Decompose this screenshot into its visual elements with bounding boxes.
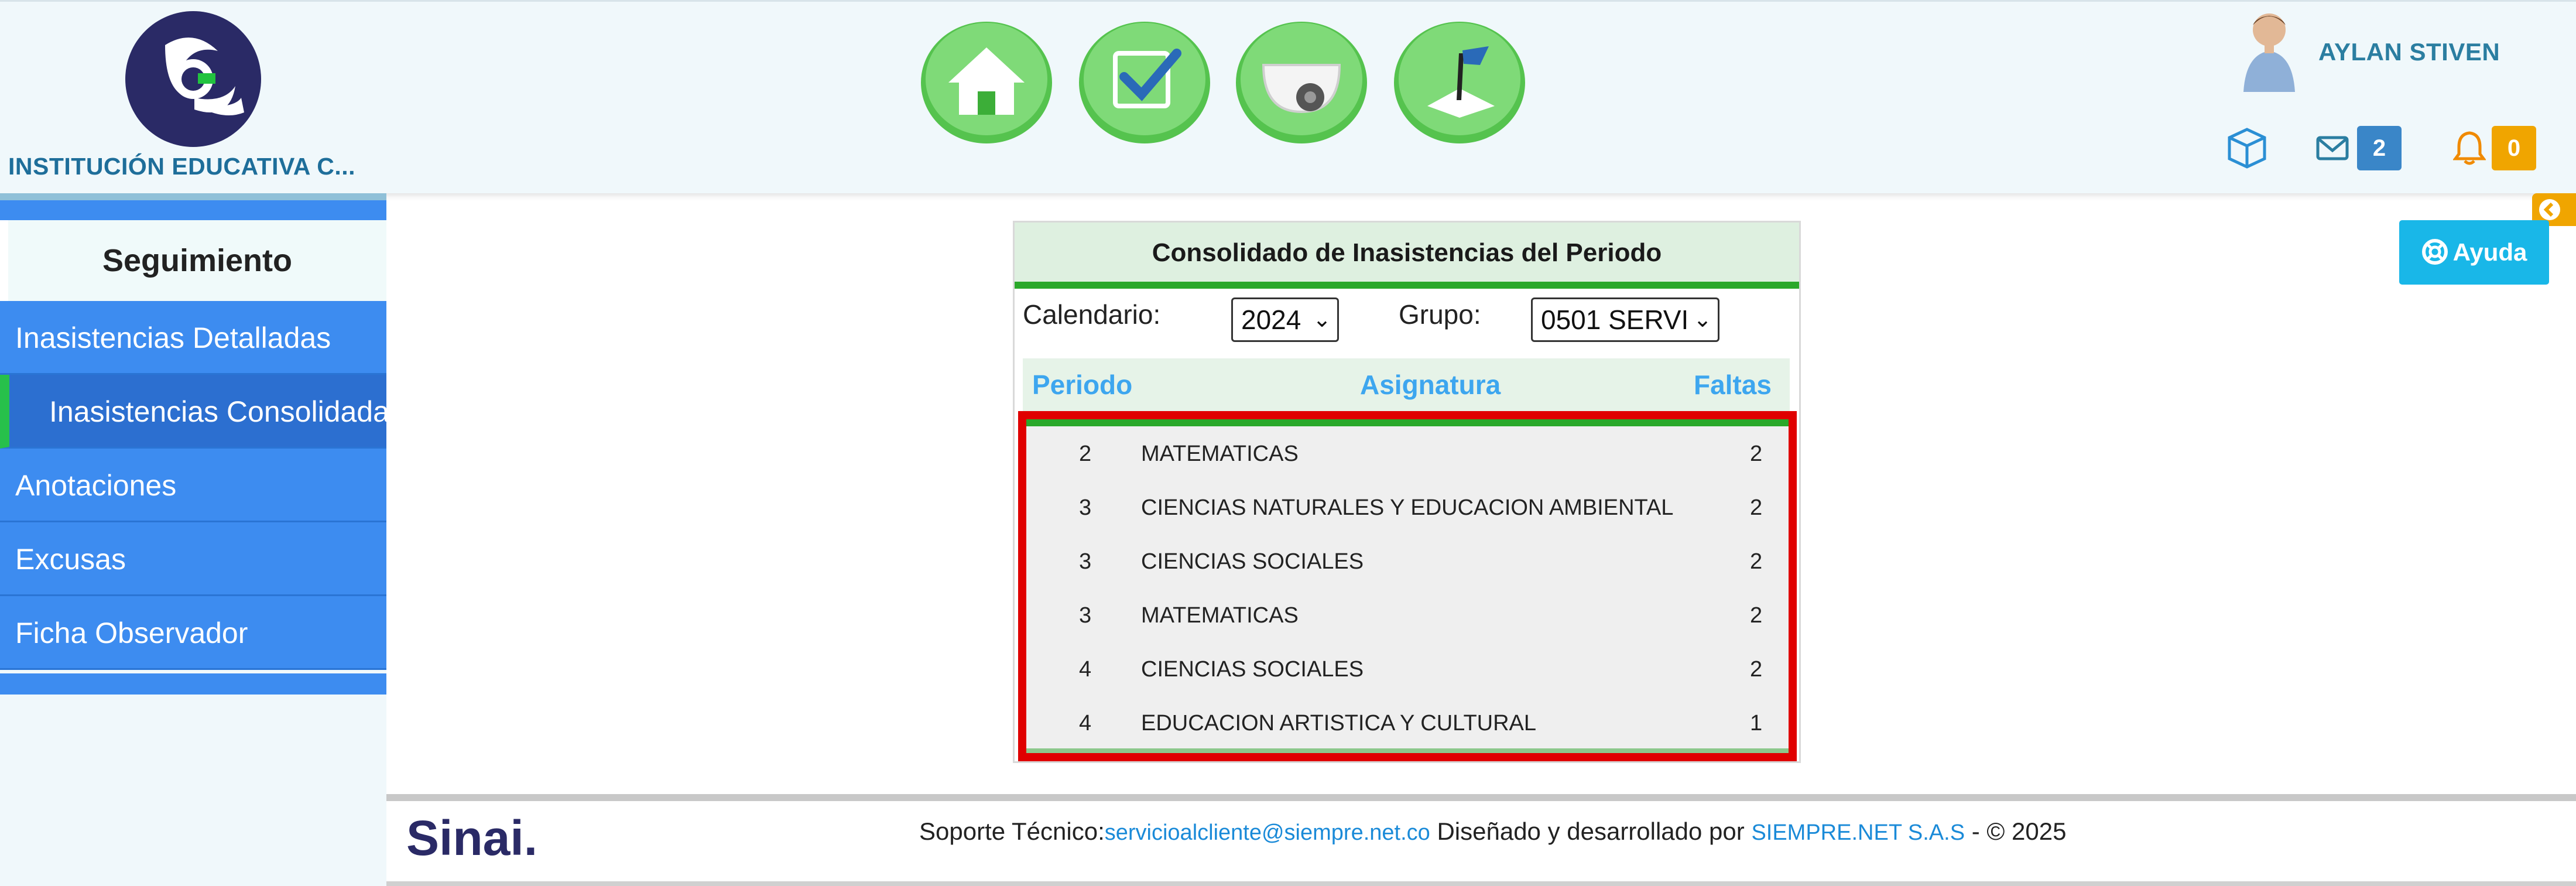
sidebar-item-inasistencias-consolidadas[interactable]: Inasistencias Consolidadas <box>0 375 386 449</box>
calendar-select-value: 2024 <box>1241 305 1301 335</box>
cell-periodo: 3 <box>1079 603 1092 628</box>
cell-asignatura: MATEMATICAS <box>1141 603 1299 628</box>
mail-icon[interactable] <box>2316 134 2349 162</box>
messages-badge[interactable]: 2 <box>2357 126 2402 170</box>
cell-periodo: 4 <box>1079 657 1092 682</box>
column-header-asignatura: Asignatura <box>1360 370 1501 400</box>
camera-icon <box>1236 22 1367 143</box>
group-select[interactable]: 0501 SERVI ⌄ <box>1531 297 1719 342</box>
sidebar-bottom-bar <box>0 673 386 695</box>
cell-faltas: 1 <box>1750 711 1763 736</box>
table-row: 4 CIENCIAS SOCIALES 2 <box>1026 642 1789 696</box>
table-header: Periodo Asignatura Faltas <box>1023 358 1790 411</box>
table-row: 3 CIENCIAS SOCIALES 2 <box>1026 534 1789 588</box>
table-bottom-border <box>1026 748 1789 753</box>
sidebar-item-inasistencias-detalladas[interactable]: Inasistencias Detalladas <box>0 301 386 375</box>
checkbox-icon <box>1079 22 1210 143</box>
table-top-border <box>1026 419 1789 426</box>
header: INSTITUCIÓN EDUCATIVA C... AYLAN STIVEN … <box>0 0 2576 193</box>
table-row: 3 CIENCIAS NATURALES Y EDUCACION AMBIENT… <box>1026 480 1789 534</box>
column-header-periodo: Periodo <box>1032 370 1133 400</box>
footer-text: Soporte Técnico:servicioalcliente@siempr… <box>919 817 2066 846</box>
help-button[interactable]: Ayuda <box>2399 220 2549 285</box>
school-name: INSTITUCIÓN EDUCATIVA C... <box>8 153 356 180</box>
cell-asignatura: EDUCACION ARTISTICA Y CULTURAL <box>1141 711 1537 736</box>
cell-asignatura: CIENCIAS SOCIALES <box>1141 549 1364 574</box>
cell-faltas: 2 <box>1750 549 1763 574</box>
notifications-badge[interactable]: 0 <box>2492 126 2536 170</box>
camera-nav-button[interactable] <box>1234 18 1369 145</box>
cell-faltas: 2 <box>1750 442 1763 466</box>
cell-asignatura: CIENCIAS NATURALES Y EDUCACION AMBIENTAL <box>1141 495 1674 520</box>
bell-icon[interactable] <box>2453 129 2486 166</box>
column-header-faltas: Faltas <box>1694 370 1772 400</box>
table-row: 2 MATEMATICAS 2 <box>1026 426 1789 480</box>
panel-title: Consolidado de Inasistencias del Periodo <box>1015 223 1799 289</box>
designed-by-text: Diseñado y desarrollado por <box>1430 817 1752 845</box>
school-logo-icon <box>125 11 261 147</box>
footer: Sinai. Soporte Técnico:servicioalcliente… <box>386 794 2576 886</box>
table-row: 4 EDUCACION ARTISTICA Y CULTURAL 1 <box>1026 696 1789 750</box>
group-label: Grupo: <box>1399 299 1481 330</box>
table-body: 2 MATEMATICAS 2 3 CIENCIAS NATURALES Y E… <box>1018 411 1797 761</box>
cell-periodo: 4 <box>1079 711 1092 736</box>
cell-periodo: 2 <box>1079 442 1092 466</box>
attendance-nav-button[interactable] <box>1077 18 1212 145</box>
support-email-link[interactable]: servicioalcliente@siempre.net.co <box>1105 820 1430 845</box>
cell-faltas: 2 <box>1750 495 1763 520</box>
sidebar-item-excusas[interactable]: Excusas <box>0 522 386 596</box>
sidebar-heading: Seguimiento <box>0 220 386 301</box>
help-button-label: Ayuda <box>2452 238 2527 266</box>
sidebar-top-bar <box>0 193 386 220</box>
chevron-down-icon: ⌄ <box>1313 307 1331 332</box>
company-link[interactable]: SIEMPRE.NET S.A.S <box>1751 820 1965 845</box>
footer-logo-text: Sinai. <box>406 810 537 866</box>
home-nav-button[interactable] <box>919 18 1054 145</box>
chevron-down-icon: ⌄ <box>1693 307 1712 332</box>
table-row: 3 MATEMATICAS 2 <box>1026 588 1789 642</box>
sinai-logo-icon: Sinai. <box>406 810 537 866</box>
calendar-label: Calendario: <box>1023 299 1161 330</box>
page: INSTITUCIÓN EDUCATIVA C... AYLAN STIVEN … <box>0 0 2576 886</box>
sidebar-item-anotaciones[interactable]: Anotaciones <box>0 449 386 522</box>
cell-asignatura: MATEMATICAS <box>1141 442 1299 466</box>
cell-periodo: 3 <box>1079 495 1092 520</box>
lifebuoy-icon <box>2421 239 2448 265</box>
user-panel: AYLAN STIVEN 2 0 <box>2201 2 2576 195</box>
avatar[interactable] <box>2235 8 2303 92</box>
cube-icon[interactable] <box>2225 126 2269 170</box>
user-name[interactable]: AYLAN STIVEN <box>2318 38 2500 66</box>
support-label: Soporte Técnico: <box>919 817 1105 845</box>
cell-faltas: 2 <box>1750 657 1763 682</box>
sidebar: Seguimiento Inasistencias Detalladas Ina… <box>0 193 386 886</box>
flag-nav-button[interactable] <box>1392 18 1527 145</box>
school-logo-area[interactable]: INSTITUCIÓN EDUCATIVA C... <box>0 2 386 195</box>
flag-icon <box>1394 22 1525 143</box>
group-select-value: 0501 SERVI <box>1541 305 1689 335</box>
home-icon <box>921 22 1052 143</box>
attendance-panel: Consolidado de Inasistencias del Periodo… <box>1013 221 1801 763</box>
sidebar-item-ficha-observador[interactable]: Ficha Observador <box>0 596 386 670</box>
calendar-select[interactable]: 2024 ⌄ <box>1231 297 1339 342</box>
copyright-text: - © 2025 <box>1965 817 2067 845</box>
cell-asignatura: CIENCIAS SOCIALES <box>1141 657 1364 682</box>
cell-periodo: 3 <box>1079 549 1092 574</box>
cell-faltas: 2 <box>1750 603 1763 628</box>
